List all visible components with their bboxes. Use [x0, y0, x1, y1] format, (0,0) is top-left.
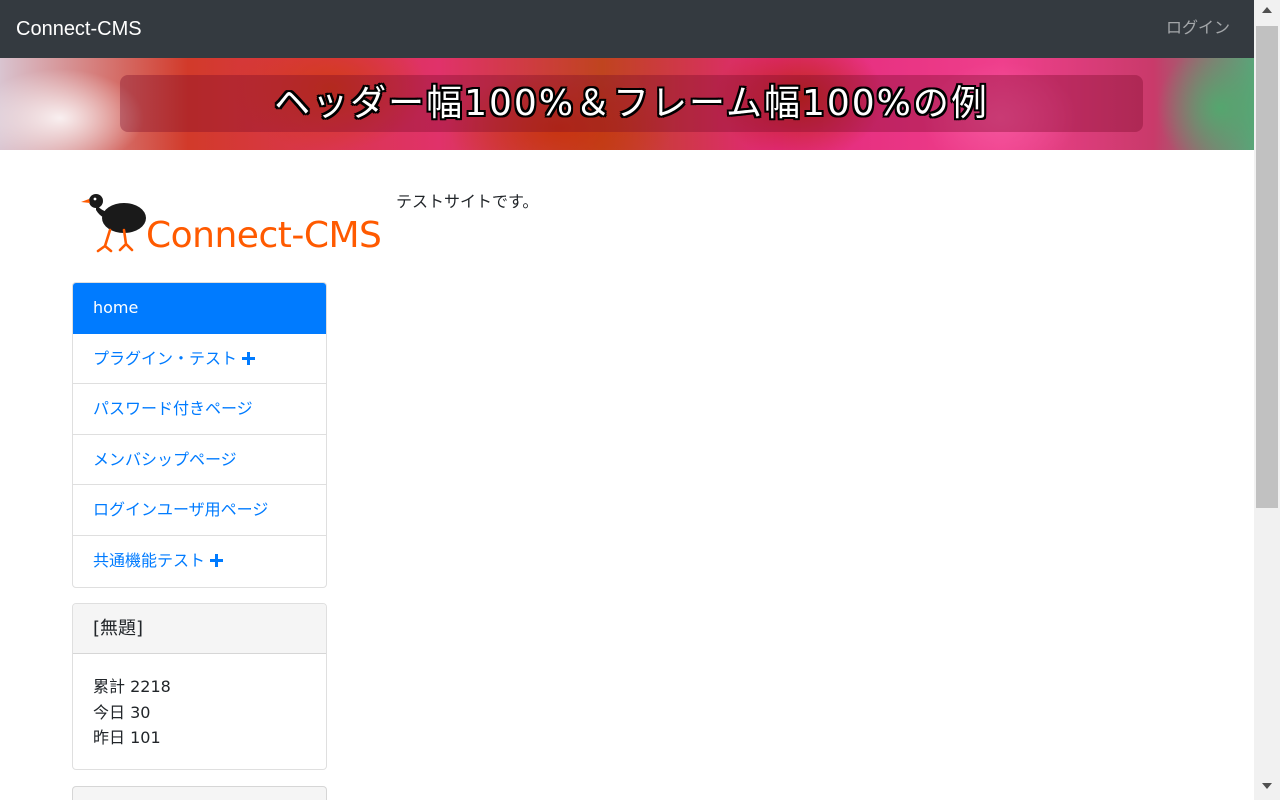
- plus-icon[interactable]: [242, 351, 256, 365]
- plus-icon[interactable]: [210, 553, 224, 567]
- menu-item-membership-page[interactable]: メンバシップページ: [73, 435, 326, 486]
- brand-link[interactable]: Connect-CMS: [16, 16, 142, 42]
- menu-item-common-test[interactable]: 共通機能テスト: [73, 536, 326, 587]
- menu-item-label: home: [93, 298, 139, 317]
- menu-item-label: プラグイン・テスト: [93, 348, 238, 368]
- logo-text: Connect-CMS: [146, 215, 382, 256]
- scroll-thumb[interactable]: [1256, 26, 1278, 508]
- header-banner: ヘッダー幅100%＆フレーム幅100%の例: [0, 58, 1254, 150]
- scroll-down-icon[interactable]: [1262, 783, 1272, 789]
- menu-item-label: パスワード付きページ: [93, 399, 253, 419]
- intro-text: テストサイトです。: [396, 192, 539, 211]
- counter-body: 累計 2218 今日 30 昨日 101: [73, 654, 326, 751]
- menu-item-login-user-page[interactable]: ログインユーザ用ページ: [73, 485, 326, 536]
- menu-item-home[interactable]: home: [73, 283, 326, 334]
- login-link[interactable]: ログイン: [1166, 17, 1230, 39]
- top-navbar: Connect-CMS ログイン: [0, 0, 1254, 58]
- scroll-up-icon[interactable]: [1262, 7, 1272, 13]
- next-card-partial: [72, 786, 327, 800]
- counter-title: [無題]: [73, 604, 326, 654]
- banner-title: ヘッダー幅100%＆フレーム幅100%の例: [274, 83, 989, 124]
- menu-item-label: ログインユーザ用ページ: [93, 500, 269, 520]
- counter-yesterday: 昨日 101: [93, 728, 161, 748]
- vertical-scrollbar[interactable]: [1254, 0, 1280, 800]
- bird-logo-icon: [81, 194, 146, 253]
- menu-item-plugin-test[interactable]: プラグイン・テスト: [73, 334, 326, 385]
- site-logo[interactable]: Connect-CMS: [80, 188, 382, 258]
- side-menu: home プラグイン・テスト パスワード付きページ メンバシップページ ログイン…: [72, 282, 327, 588]
- counter-total: 累計 2218: [93, 677, 171, 696]
- banner-title-box: ヘッダー幅100%＆フレーム幅100%の例: [120, 75, 1143, 132]
- menu-item-label: 共通機能テスト: [93, 550, 206, 570]
- menu-item-label: メンバシップページ: [93, 449, 237, 469]
- page: Connect-CMS ログイン ヘッダー幅100%＆フレーム幅100%の例 C…: [0, 0, 1254, 800]
- menu-item-password-page[interactable]: パスワード付きページ: [73, 384, 326, 435]
- counter-card: [無題] 累計 2218 今日 30 昨日 101: [72, 603, 327, 770]
- counter-today: 今日 30: [93, 702, 151, 722]
